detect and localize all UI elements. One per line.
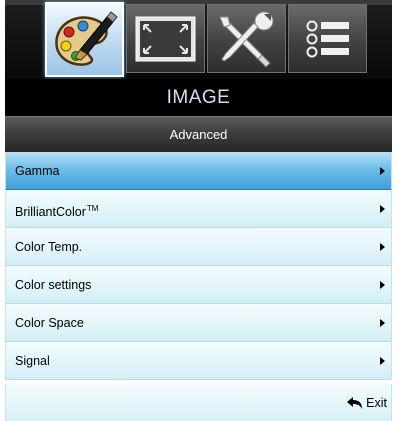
menu-title: IMAGE [5,79,392,116]
tab-image[interactable] [45,2,124,77]
exit-label: Exit [366,396,387,410]
menu-item-brilliantcolor[interactable]: BrilliantColorTM [5,190,392,228]
chevron-right-icon [380,205,385,213]
trademark-mark: TM [86,204,99,213]
menu-item-label: Color settings [15,278,92,292]
list-menu-icon [306,20,349,58]
menu-tab-bar [0,0,398,79]
submenu-title: Advanced [5,116,392,152]
chevron-right-icon [380,281,385,289]
menu-list: Gamma BrilliantColorTM Color Temp. Color… [5,152,392,380]
display-frame-icon [135,16,196,62]
chevron-right-icon [380,357,385,365]
menu-item-signal[interactable]: Signal [5,342,392,380]
exit-button[interactable]: Exit [347,393,387,413]
osd-menu: IMAGE Advanced Gamma BrilliantColorTM Co… [0,0,398,421]
palette-brush-icon [55,11,118,66]
chevron-right-icon [380,243,385,251]
exit-row: Exit [5,384,392,421]
tab-options[interactable] [288,4,367,73]
menu-item-color-space[interactable]: Color Space [5,304,392,342]
menu-item-label: Gamma [15,164,60,178]
menu-item-label: Color Temp. [15,240,83,254]
tab-display[interactable] [126,4,205,73]
tab-setup[interactable] [207,4,286,73]
return-arrow-icon [347,397,363,409]
tools-icon [219,11,274,68]
menu-item-label: Color Space [15,316,84,330]
menu-item-label: Signal [15,354,50,368]
chevron-right-icon [380,167,385,175]
menu-item-gamma[interactable]: Gamma [5,152,392,190]
menu-item-color-settings[interactable]: Color settings [5,266,392,304]
menu-item-label-text: BrilliantColor [15,205,86,219]
menu-item-label: BrilliantColorTM [15,190,98,231]
chevron-right-icon [380,319,385,327]
menu-item-color-temp[interactable]: Color Temp. [5,228,392,266]
